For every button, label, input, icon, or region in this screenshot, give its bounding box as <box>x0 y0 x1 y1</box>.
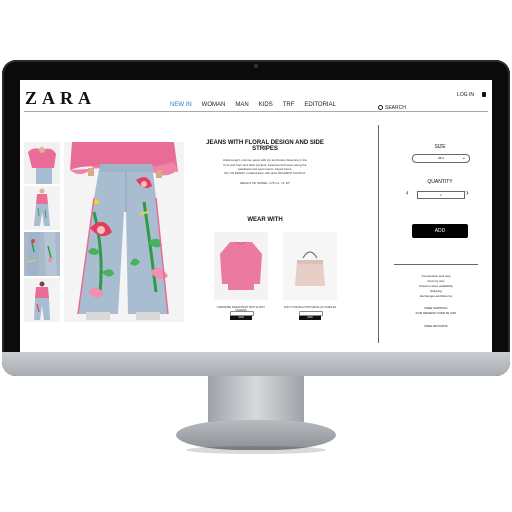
info-links: Composition and care Find my size Check … <box>394 274 478 299</box>
shipping-subtitle: FOR ORDERS OVER 50 USD <box>415 310 457 315</box>
nav-item-woman[interactable]: WOMAN <box>202 102 226 108</box>
model-back-image <box>24 278 60 322</box>
jeans-photo <box>64 142 184 322</box>
product-title: JEANS WITH FLORAL DESIGN AND SIDE STRIPE… <box>206 140 324 152</box>
product-thumbnail-3[interactable] <box>24 232 60 276</box>
product-thumbnail-1[interactable] <box>24 142 60 184</box>
increase-quantity-icon[interactable]: › <box>466 189 469 197</box>
product-description: Ankle-length, mid-rise jeans with zip an… <box>222 158 308 171</box>
size-select[interactable]: 38-2 ⌄ <box>412 154 470 163</box>
wear-with-sweatshirt-image[interactable] <box>214 232 268 300</box>
monitor-stand-neck <box>208 376 304 422</box>
decrease-quantity-icon[interactable]: ‹ <box>406 189 409 197</box>
info-link-returns[interactable]: Exchanges and Returns <box>394 294 478 299</box>
quantity-input[interactable]: 1 <box>417 191 465 199</box>
camera-dot <box>254 64 258 68</box>
nav-item-trf[interactable]: TRF <box>283 102 295 108</box>
wear-with-item-label[interactable]: SOFT TOTE BAG WITH METALLIC HANDLES <box>283 306 337 309</box>
wear-with-heading: WEAR WITH <box>247 217 283 223</box>
size-label: SIZE <box>434 144 446 150</box>
product-thumbnail-2[interactable] <box>24 186 60 230</box>
main-product-photo <box>64 142 184 322</box>
quantity-label: QUANTITY <box>427 179 453 185</box>
chevron-down-icon: ⌄ <box>461 155 466 161</box>
nav-item-editorial[interactable]: EDITORIAL <box>304 102 336 108</box>
monitor-chin <box>2 352 510 376</box>
shopping-bag-icon[interactable] <box>482 92 486 97</box>
free-returns-note: FREE RETURNS <box>424 324 448 328</box>
pink-sweater-image <box>214 232 268 300</box>
nav-item-kids[interactable]: KIDS <box>259 102 273 108</box>
product-thumbnail-4[interactable] <box>24 278 60 322</box>
wear-with-add-button[interactable]: ADD <box>230 316 252 320</box>
wear-with-add-button[interactable]: ADD <box>299 316 321 320</box>
model-height: HEIGHT OF MODEL: 176 cm. | 5' 10″ <box>239 181 291 185</box>
nav-item-new-in[interactable]: NEW IN <box>170 102 192 108</box>
nav-divider <box>24 111 488 112</box>
free-shipping-note: FREE SHIPPING FOR ORDERS OVER 50 USD <box>394 306 478 315</box>
info-divider <box>394 264 478 265</box>
product-collab-note: OIL ON DENIM. Collaboration with artist … <box>223 171 307 175</box>
model-top-image <box>24 142 60 184</box>
model-full-image <box>24 186 60 230</box>
stand-shadow <box>186 446 326 454</box>
brand-logo[interactable]: ZARA <box>25 88 96 109</box>
main-nav: NEW IN WOMAN MAN KIDS TRF EDITORIAL <box>170 102 336 108</box>
wear-with-bag-image[interactable] <box>283 232 337 300</box>
panel-divider <box>378 125 379 343</box>
jeans-detail-image <box>24 232 60 276</box>
add-to-cart-button[interactable]: ADD <box>412 224 468 238</box>
login-link[interactable]: LOG IN <box>457 92 474 98</box>
size-value: 38-2 <box>437 156 444 160</box>
nav-item-man[interactable]: MAN <box>235 102 248 108</box>
search-icon <box>378 105 383 111</box>
browser-screen: ZARA LOG IN NEW IN WOMAN MAN KIDS TRF ED… <box>20 80 492 352</box>
tote-bag-image <box>283 232 337 300</box>
